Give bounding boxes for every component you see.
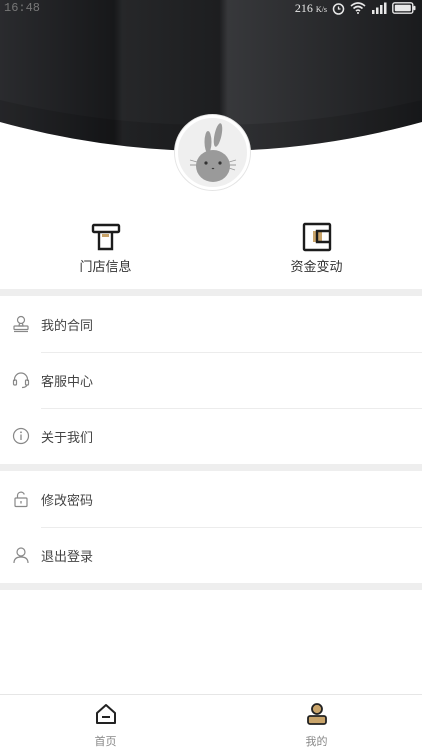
tab-mine-label: 我的 <box>305 735 328 748</box>
tab-mine[interactable]: 我的 <box>211 695 422 750</box>
tab-bar: 首页 我的 <box>0 694 422 750</box>
wifi-icon <box>350 2 366 14</box>
store-icon <box>91 222 121 252</box>
status-time: 16:48 <box>4 1 41 15</box>
tab-home[interactable]: 首页 <box>0 695 211 750</box>
section-divider <box>0 464 422 471</box>
menu-group-primary: 我的合同 客服中心 关于我们 <box>0 296 422 464</box>
menu-item-password[interactable]: 修改密码 <box>0 471 422 527</box>
section-divider <box>0 289 422 296</box>
home-icon <box>94 702 118 730</box>
quick-actions: 门店信息 资金变动 <box>0 222 422 288</box>
rabbit-avatar-icon <box>189 123 237 182</box>
avatar[interactable] <box>175 115 250 190</box>
section-divider <box>0 583 422 590</box>
fund-changes-label: 资金变动 <box>290 260 343 275</box>
menu-item-service[interactable]: 客服中心 <box>0 352 422 408</box>
headset-icon <box>0 371 41 389</box>
status-indicators: 216 K/s <box>295 1 416 16</box>
menu-label-service: 客服中心 <box>41 374 94 390</box>
profile-icon <box>305 702 329 730</box>
wallet-icon <box>302 222 332 252</box>
menu-label-password: 修改密码 <box>41 493 94 509</box>
status-bar: 16:48 216 K/s <box>0 0 422 16</box>
menu-label-logout: 退出登录 <box>41 549 94 565</box>
menu-label-contract: 我的合同 <box>41 318 94 334</box>
signal-icon <box>371 2 387 14</box>
menu-item-logout[interactable]: 退出登录 <box>0 527 422 583</box>
store-info-label: 门店信息 <box>79 260 132 275</box>
menu-label-about: 关于我们 <box>41 430 94 446</box>
user-icon <box>0 546 41 564</box>
battery-icon <box>392 2 416 14</box>
menu-item-contract[interactable]: 我的合同 <box>0 296 422 352</box>
info-icon <box>0 427 41 445</box>
store-info-button[interactable]: 门店信息 <box>0 222 211 288</box>
fund-changes-button[interactable]: 资金变动 <box>211 222 422 288</box>
network-speed-value: 216 <box>294 0 313 15</box>
stamp-icon <box>0 315 41 333</box>
network-speed: 216 K/s <box>295 1 327 16</box>
menu-item-about[interactable]: 关于我们 <box>0 408 422 464</box>
tab-home-label: 首页 <box>94 735 117 748</box>
lock-icon <box>0 490 41 508</box>
alarm-icon <box>332 2 345 15</box>
network-speed-unit: K/s <box>315 4 327 14</box>
menu-group-account: 修改密码 退出登录 <box>0 471 422 583</box>
